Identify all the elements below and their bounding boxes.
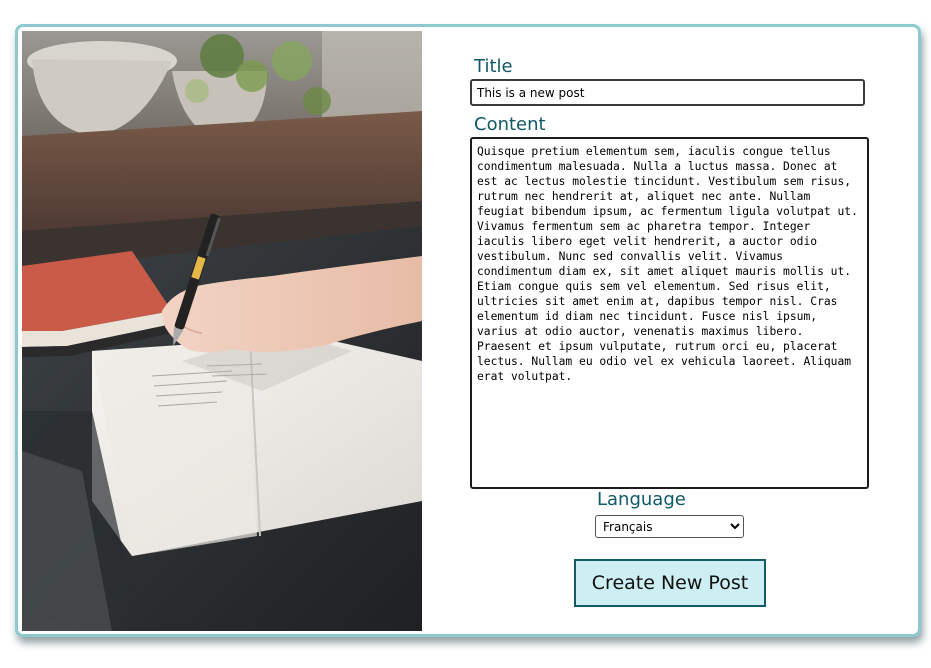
content-label: Content <box>474 114 546 135</box>
hero-photo-writing-notebook <box>22 31 422 631</box>
language-label: Language <box>597 489 686 510</box>
post-form: Title Content Quisque pretium elementum … <box>470 27 870 627</box>
content-textarea[interactable]: Quisque pretium elementum sem, iaculis c… <box>470 137 869 489</box>
post-form-card: Title Content Quisque pretium elementum … <box>15 24 921 637</box>
create-new-post-button[interactable]: Create New Post <box>574 559 766 607</box>
title-label: Title <box>474 56 513 77</box>
language-select[interactable]: Français <box>595 515 744 538</box>
title-input[interactable] <box>470 79 865 106</box>
